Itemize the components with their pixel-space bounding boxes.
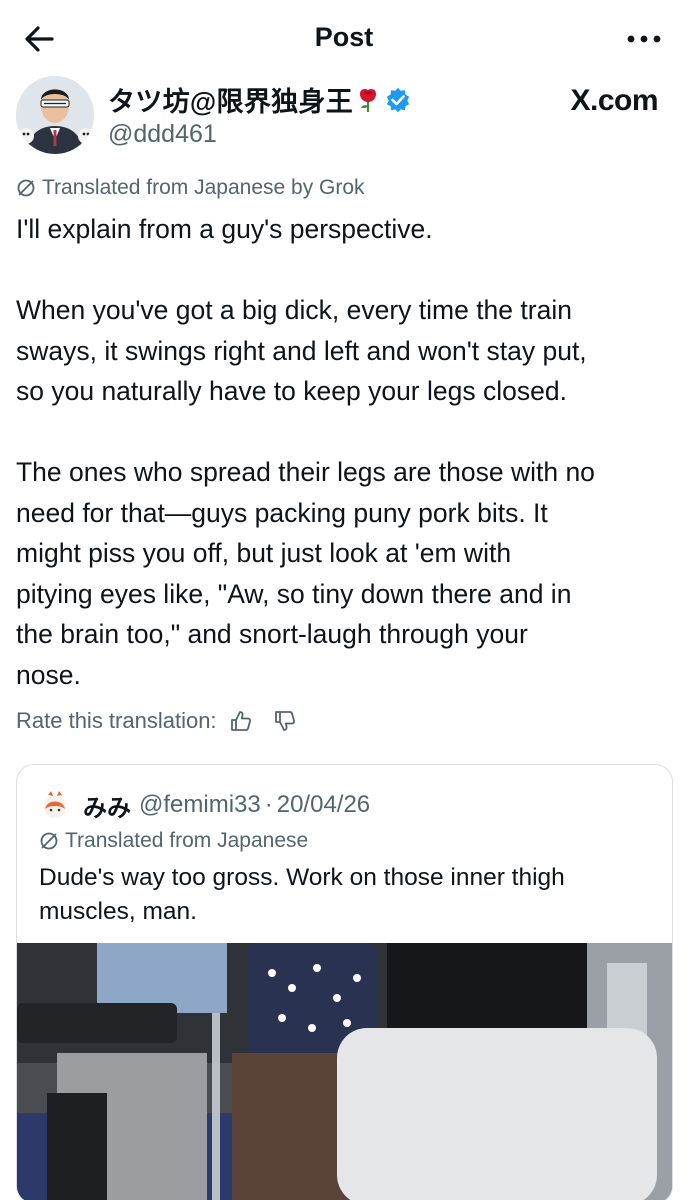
page-title: Post	[314, 22, 374, 52]
quoted-text: Dude's way too gross. Work on those inne…	[39, 861, 649, 929]
post-line: the brain too," and snort-laugh through …	[16, 619, 528, 649]
author-handle[interactable]: @ddd461	[108, 120, 217, 149]
quoted-post[interactable]: みみ @femimi33 · 20/04/26 Translated from …	[16, 764, 673, 1200]
quoted-author-handle[interactable]: @femimi33	[139, 791, 261, 819]
post-line: I'll explain from a guy's perspective.	[16, 214, 433, 244]
rate-label: Rate this translation:	[16, 708, 217, 733]
quoted-line: Dude's way too gross. Work on those inne…	[39, 864, 565, 891]
x-watermark: X.com	[570, 84, 658, 117]
top-bar: Post	[0, 0, 688, 72]
verified-badge-icon	[386, 87, 410, 112]
post-line: sways, it swings right and left and won'…	[16, 335, 587, 366]
post-line: When you've got a big dick, every time t…	[16, 295, 572, 325]
quoted-date[interactable]: 20/04/26	[277, 791, 370, 819]
quoted-translation-label: Translated from Japanese	[65, 829, 309, 852]
translate-slash-icon	[17, 179, 35, 197]
post-line: pitying eyes like, "Aw, so tiny down the…	[16, 578, 572, 609]
quoted-line: muscles, man.	[39, 898, 197, 925]
more-horizontal-icon[interactable]	[624, 22, 664, 56]
thumbs-up-icon[interactable]	[229, 709, 253, 733]
separator-dot: ·	[264, 791, 273, 818]
quoted-post-header: みみ @femimi33 · 20/04/26	[37, 787, 370, 823]
rose-icon	[360, 88, 377, 112]
post-body: I'll explain from a guy's perspective. W…	[16, 209, 676, 695]
translation-notice: Translated from Japanese by Grok	[16, 176, 365, 200]
rate-translation: Rate this translation:	[16, 708, 297, 734]
post-line: might piss you off, but just look at 'em…	[16, 538, 512, 568]
avatar[interactable]	[16, 76, 94, 154]
author-name[interactable]: タツ坊@限界独身王	[108, 80, 353, 119]
post-line: so you naturally have to keep your legs …	[16, 376, 567, 406]
author-name-row[interactable]: タツ坊@限界独身王	[108, 80, 411, 119]
thumbs-down-icon[interactable]	[273, 709, 297, 733]
post-line: need for that—guys packing puny pork bit…	[16, 497, 548, 528]
post-line: nose.	[16, 659, 81, 690]
translate-slash-icon	[40, 832, 58, 850]
quoted-author-name[interactable]: みみ	[83, 788, 131, 823]
translation-label: Translated from Japanese by Grok	[42, 176, 365, 199]
quoted-photo[interactable]	[17, 943, 673, 1200]
post-line: The ones who spread their legs are those…	[16, 457, 595, 487]
quoted-translation-notice: Translated from Japanese	[39, 829, 308, 853]
quoted-avatar[interactable]	[37, 787, 73, 823]
post-author: タツ坊@限界独身王 @ddd461 X.com	[16, 76, 672, 166]
